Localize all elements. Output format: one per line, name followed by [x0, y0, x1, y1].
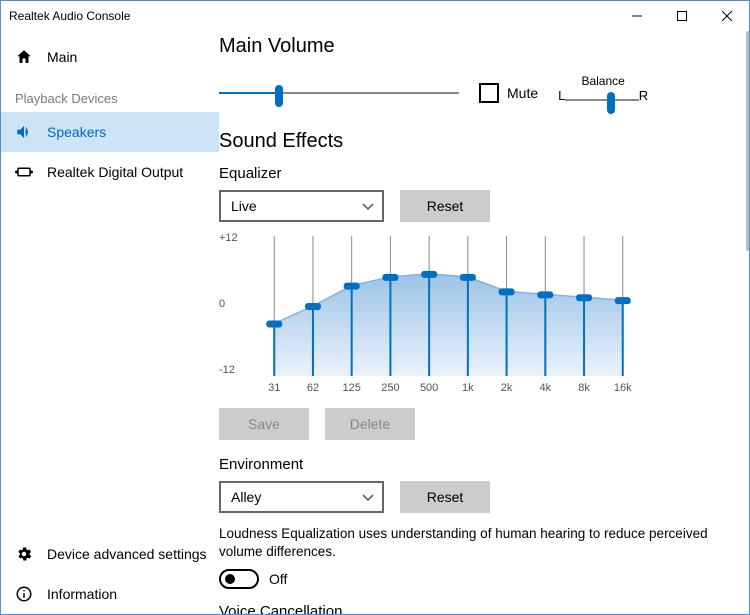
sidebar-item-speakers[interactable]: Speakers	[1, 112, 219, 152]
mute-label: Mute	[507, 85, 538, 101]
sidebar-header-playback: Playback Devices	[1, 77, 219, 112]
sidebar-item-digital[interactable]: Realtek Digital Output	[1, 152, 219, 192]
eq-reset-button[interactable]: Reset	[400, 190, 490, 222]
balance-l: L	[558, 88, 565, 112]
sidebar-label: Main	[47, 49, 77, 65]
eq-svg[interactable]	[251, 236, 646, 376]
close-button[interactable]	[704, 1, 749, 31]
speaker-icon	[15, 123, 33, 141]
main-volume-slider[interactable]	[219, 81, 459, 105]
sidebar: Main Playback Devices Speakers Realtek D…	[1, 31, 219, 614]
sound-effects-heading: Sound Effects	[219, 130, 729, 153]
equalizer-heading: Equalizer	[219, 165, 729, 182]
environment-heading: Environment	[219, 456, 729, 473]
sidebar-item-main[interactable]: Main	[1, 37, 219, 77]
loudness-description: Loudness Equalization uses understanding…	[219, 525, 719, 561]
gear-icon	[15, 545, 33, 563]
main-panel: Main Volume Mute Balance L R	[219, 31, 749, 614]
eq-band-thumb[interactable]	[382, 274, 398, 281]
mute-checkbox[interactable]: Mute	[479, 83, 538, 103]
eq-ytick: +12	[219, 232, 238, 244]
scrollbar[interactable]	[746, 31, 749, 251]
eq-ytick: -12	[219, 364, 235, 376]
eq-band-thumb[interactable]	[266, 321, 282, 328]
eq-band-thumb[interactable]	[421, 271, 437, 278]
eq-band-thumb[interactable]	[499, 288, 515, 295]
home-icon	[15, 48, 33, 66]
sidebar-label: Device advanced settings	[47, 546, 207, 562]
eq-ytick: 0	[219, 298, 225, 310]
eq-band-thumb[interactable]	[305, 303, 321, 310]
eq-band-thumb[interactable]	[576, 294, 592, 301]
equalizer-graph: +12 0 -12 31 62 125 250 500 1k 2k 4k 8k 16k	[219, 232, 649, 402]
window-title: Realtek Audio Console	[9, 9, 130, 23]
select-value: Alley	[231, 489, 261, 505]
title-bar: Realtek Audio Console	[1, 1, 749, 31]
eq-band-label: 250	[375, 382, 405, 394]
chevron-down-icon	[362, 489, 374, 505]
toggle-state-label: Off	[269, 571, 287, 587]
maximize-button[interactable]	[659, 1, 704, 31]
eq-band-thumb[interactable]	[344, 283, 360, 290]
balance-control: Balance L R	[558, 74, 648, 112]
balance-heading: Balance	[581, 74, 624, 88]
eq-band-label: 62	[298, 382, 328, 394]
environment-select[interactable]: Alley	[219, 481, 384, 513]
main-volume-heading: Main Volume	[219, 35, 729, 58]
voice-cancellation-heading: Voice Cancellation	[219, 603, 729, 614]
loudness-toggle[interactable]	[219, 569, 259, 589]
minimize-button[interactable]	[614, 1, 659, 31]
eq-band-thumb[interactable]	[537, 291, 553, 298]
eq-band-thumb[interactable]	[615, 297, 631, 304]
eq-band-label: 16k	[608, 382, 638, 394]
sidebar-item-advanced[interactable]: Device advanced settings	[1, 534, 219, 574]
eq-band-label: 500	[414, 382, 444, 394]
balance-slider[interactable]	[565, 88, 638, 112]
eq-band-label: 4k	[530, 382, 560, 394]
select-value: Live	[231, 198, 257, 214]
info-icon	[15, 585, 33, 603]
sidebar-label: Speakers	[47, 124, 106, 140]
eq-band-label: 125	[337, 382, 367, 394]
eq-delete-button[interactable]: Delete	[325, 408, 415, 440]
sidebar-item-info[interactable]: Information	[1, 574, 219, 614]
eq-band-thumb[interactable]	[460, 274, 476, 281]
sidebar-label: Information	[47, 586, 117, 602]
eq-save-button[interactable]: Save	[219, 408, 309, 440]
balance-r: R	[639, 88, 648, 112]
eq-band-label: 2k	[492, 382, 522, 394]
eq-band-label: 8k	[569, 382, 599, 394]
eq-band-label: 1k	[453, 382, 483, 394]
env-reset-button[interactable]: Reset	[400, 481, 490, 513]
chevron-down-icon	[362, 198, 374, 214]
sidebar-label: Realtek Digital Output	[47, 164, 183, 180]
checkbox-icon	[479, 83, 499, 103]
digital-output-icon	[15, 163, 33, 181]
equalizer-preset-select[interactable]: Live	[219, 190, 384, 222]
eq-band-label: 31	[259, 382, 289, 394]
